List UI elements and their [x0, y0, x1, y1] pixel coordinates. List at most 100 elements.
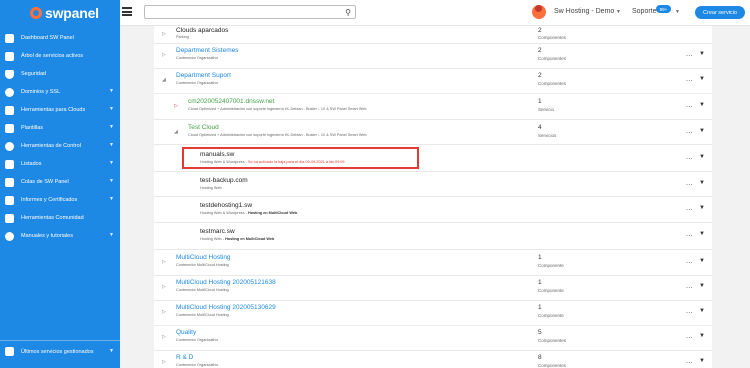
support-link[interactable]: Soporte: [632, 8, 657, 15]
row-title[interactable]: Department Suport: [176, 72, 231, 79]
chevron-down-icon[interactable]: ▼: [699, 231, 705, 237]
tree-row-testdehosting1[interactable]: testdehosting1.sw Hosting Web & Wordpres…: [154, 197, 712, 223]
more-actions-icon[interactable]: ...: [686, 102, 693, 109]
chevron-down-icon[interactable]: ▼: [699, 258, 705, 264]
row-title[interactable]: test-backup.com: [200, 177, 248, 184]
row-title[interactable]: Clouds aparcados: [176, 27, 228, 34]
tree-row-cloud-cm2020052407001[interactable]: ▷ cm2020052407001.dnssw.net Cloud Optimi…: [154, 94, 712, 120]
sidebar-item-domains[interactable]: Dominios y SSL ▼: [0, 83, 120, 101]
chevron-down-icon[interactable]: ▼: [699, 180, 705, 186]
row-count: 1: [538, 98, 542, 105]
expand-icon[interactable]: ▷: [162, 334, 166, 340]
more-actions-icon[interactable]: ...: [686, 258, 693, 265]
sidebar-item-reports[interactable]: Informes y Certificados ▼: [0, 191, 120, 209]
expand-icon[interactable]: ▷: [162, 31, 166, 37]
expand-icon[interactable]: ▷: [162, 52, 166, 58]
avatar[interactable]: [532, 5, 546, 19]
tree-row-testmarc[interactable]: testmarc.sw Hosting Web - Hosting en Mul…: [154, 223, 712, 250]
tree-row-multicloud-202005121638[interactable]: ▷ MultiCloud Hosting 202005121638 Conten…: [154, 276, 712, 301]
tree-row-test-backup[interactable]: test-backup.com Hosting Web ... ▼: [154, 172, 712, 197]
sidebar-item-manuals[interactable]: Manuales y tutoriales ▼: [0, 227, 120, 245]
more-actions-icon[interactable]: ...: [686, 180, 693, 187]
expand-icon[interactable]: ▷: [174, 103, 178, 109]
chevron-down-icon[interactable]: ▼: [699, 154, 705, 160]
row-count: 1: [538, 254, 542, 261]
sidebar-item-recent-services[interactable]: Últimos servicios gestionados ▼: [0, 340, 120, 362]
sidebar-item-cloud-tools[interactable]: Herramientas para Clouds ▼: [0, 101, 120, 119]
more-actions-icon[interactable]: ...: [686, 308, 693, 315]
tree-row-test-cloud[interactable]: ◢ Test Cloud Cloud Optimized + Administr…: [154, 120, 712, 145]
more-actions-icon[interactable]: ...: [686, 358, 693, 365]
more-actions-icon[interactable]: ...: [686, 76, 693, 83]
sidebar-item-label: Herramientas Comunidad: [21, 215, 84, 221]
main-content: ▷ Clouds aparcados Parking 2 Componentes…: [120, 26, 750, 368]
search-icon[interactable]: ⚲: [345, 8, 351, 17]
row-count-label: Componentes: [538, 338, 567, 343]
search-input[interactable]: [148, 12, 338, 24]
row-title[interactable]: testmarc.sw: [200, 228, 235, 235]
chevron-down-icon[interactable]: ▼: [699, 283, 705, 289]
more-actions-icon[interactable]: ...: [686, 205, 693, 212]
expand-icon[interactable]: ▷: [162, 259, 166, 265]
row-title[interactable]: Department Sistemes: [176, 47, 239, 54]
chevron-down-icon[interactable]: ▼: [699, 128, 705, 134]
tree-row-clouds-aparcados[interactable]: ▷ Clouds aparcados Parking 2 Componentes: [154, 26, 712, 44]
chevron-down-icon[interactable]: ▼: [699, 76, 705, 82]
tree-row-quality[interactable]: ▷ Quality Contenedor Organizativo 5 Comp…: [154, 326, 712, 351]
row-subtitle: Cloud Optimized + Administración con sop…: [188, 107, 367, 111]
tree-row-r-and-d[interactable]: ▷ R & D Contenedor Organizativo 8 Compon…: [154, 351, 712, 368]
sidebar-item-label: Plantillas: [21, 125, 44, 131]
row-title[interactable]: MultiCloud Hosting: [176, 254, 231, 261]
search-box[interactable]: ⚲: [144, 5, 356, 24]
tree-row-department-suport[interactable]: ◢ Department Suport Contenedor Organizat…: [154, 69, 712, 94]
sidebar-item-label: Informes y Certificados: [21, 197, 78, 203]
row-title[interactable]: Quality: [176, 329, 196, 336]
chevron-down-icon[interactable]: ▼: [699, 102, 705, 108]
sidebar-item-service-tree[interactable]: Árbol de servicios activos: [0, 47, 120, 65]
collapse-icon[interactable]: ◢: [174, 129, 178, 135]
row-title[interactable]: MultiCloud Hosting 202005130629: [176, 304, 276, 311]
row-subtitle: Contenedor Organizativo: [176, 338, 219, 342]
chevron-down-icon[interactable]: ▼: [675, 9, 680, 15]
row-subtitle: Contenedor MultiCloud Hosting: [176, 263, 229, 267]
brand-logo[interactable]: swpanel: [0, 0, 120, 26]
sidebar-item-community[interactable]: Herramientas Comunidad: [0, 209, 120, 227]
row-title[interactable]: MultiCloud Hosting 202005121638: [176, 279, 276, 286]
more-actions-icon[interactable]: ...: [686, 333, 693, 340]
expand-icon[interactable]: ▷: [162, 359, 166, 365]
row-title[interactable]: R & D: [176, 354, 193, 361]
sidebar-item-label: Herramientas de Control: [21, 143, 81, 149]
expand-icon[interactable]: ▷: [162, 309, 166, 315]
sidebar-item-control-tools[interactable]: Herramientas de Control ▼: [0, 137, 120, 155]
chevron-down-icon[interactable]: ▼: [699, 51, 705, 57]
user-name[interactable]: Sw Hosting - Demo: [554, 8, 614, 15]
more-actions-icon[interactable]: ...: [686, 51, 693, 58]
chevron-down-icon[interactable]: ▼: [699, 308, 705, 314]
sidebar-item-listings[interactable]: Listados ▼: [0, 155, 120, 173]
row-title[interactable]: cm2020052407001.dnssw.net: [188, 98, 274, 105]
sidebar-item-security[interactable]: Seguridad: [0, 65, 120, 83]
tree-row-department-sistemes[interactable]: ▷ Department Sistemes Contenedor Organiz…: [154, 44, 712, 69]
sidebar-item-label: Listados: [21, 161, 42, 167]
shield-icon: [5, 69, 14, 79]
sidebar-item-dashboard[interactable]: Dashboard SW Panel: [0, 29, 120, 47]
row-title[interactable]: Test Cloud: [188, 124, 219, 131]
sidebar-item-templates[interactable]: Plantillas ▼: [0, 119, 120, 137]
row-title[interactable]: testdehosting1.sw: [200, 202, 252, 209]
sidebar-item-queues[interactable]: Colas de SW Panel ▼: [0, 173, 120, 191]
create-service-button[interactable]: Crear servicio: [695, 6, 745, 19]
more-actions-icon[interactable]: ...: [686, 128, 693, 135]
chevron-down-icon[interactable]: ▼: [699, 333, 705, 339]
menu-icon[interactable]: [122, 7, 132, 16]
more-actions-icon[interactable]: ...: [686, 231, 693, 238]
expand-icon[interactable]: ▷: [162, 284, 166, 290]
report-icon: [5, 195, 14, 205]
tree-row-multicloud-hosting[interactable]: ▷ MultiCloud Hosting Contenedor MultiClo…: [154, 250, 712, 276]
chevron-down-icon[interactable]: ▼: [699, 205, 705, 211]
chevron-down-icon[interactable]: ▼: [616, 9, 621, 15]
collapse-icon[interactable]: ◢: [162, 77, 166, 83]
chevron-down-icon[interactable]: ▼: [699, 358, 705, 364]
tree-row-multicloud-202005130629[interactable]: ▷ MultiCloud Hosting 202005130629 Conten…: [154, 301, 712, 326]
more-actions-icon[interactable]: ...: [686, 154, 693, 161]
more-actions-icon[interactable]: ...: [686, 283, 693, 290]
